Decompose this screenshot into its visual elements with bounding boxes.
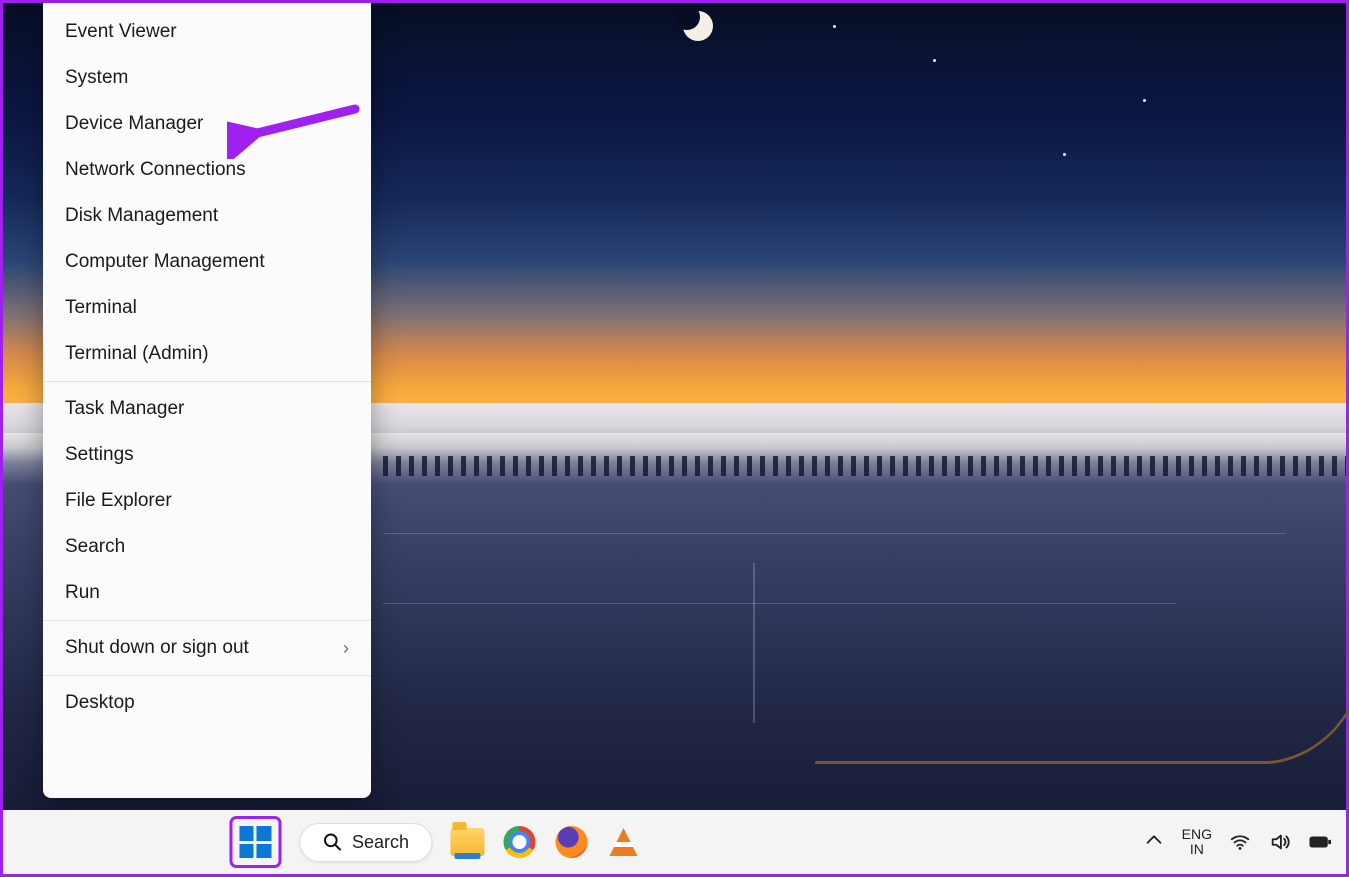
system-tray: ENG IN [1142, 827, 1332, 858]
menu-item-label: File Explorer [65, 490, 172, 512]
star-icon [1063, 153, 1066, 156]
star-icon [833, 25, 836, 28]
menu-separator [43, 381, 371, 382]
menu-item-label: Search [65, 536, 125, 558]
vlc-taskbar-icon[interactable] [606, 825, 640, 859]
menu-item-system[interactable]: System [43, 55, 371, 101]
firefox-icon [555, 826, 587, 858]
menu-item-event-viewer[interactable]: Event Viewer [43, 9, 371, 55]
field-line [753, 563, 755, 723]
menu-item-task-manager[interactable]: Task Manager [43, 386, 371, 432]
menu-item-terminal-admin[interactable]: Terminal (Admin) [43, 331, 371, 377]
chrome-taskbar-icon[interactable] [502, 825, 536, 859]
menu-item-label: System [65, 67, 128, 89]
chevron-up-icon [1142, 829, 1166, 851]
menu-item-label: Task Manager [65, 398, 184, 420]
tray-overflow-button[interactable] [1142, 829, 1166, 856]
wifi-icon[interactable] [1228, 831, 1252, 853]
menu-item-device-manager[interactable]: Device Manager [43, 101, 371, 147]
menu-separator [43, 675, 371, 676]
taskbar: Search ENG IN [3, 810, 1346, 874]
road-curve [815, 694, 1349, 764]
battery-icon[interactable] [1308, 831, 1332, 853]
field-line [383, 603, 1176, 604]
menu-item-search[interactable]: Search [43, 524, 371, 570]
language-indicator[interactable]: ENG IN [1182, 827, 1212, 858]
tree-line [383, 456, 1346, 476]
menu-item-disk-management[interactable]: Disk Management [43, 193, 371, 239]
menu-item-label: Terminal (Admin) [65, 343, 209, 365]
language-code: ENG [1182, 827, 1212, 842]
taskbar-search[interactable]: Search [299, 823, 432, 862]
language-region: IN [1182, 842, 1212, 857]
chevron-right-icon: › [343, 638, 349, 659]
speaker-icon[interactable] [1268, 831, 1292, 853]
vlc-icon [609, 828, 637, 856]
menu-separator [43, 620, 371, 621]
menu-item-label: Terminal [65, 297, 137, 319]
moon-icon [683, 11, 713, 41]
taskbar-center: Search [229, 816, 640, 868]
menu-item-run[interactable]: Run [43, 570, 371, 616]
firefox-taskbar-icon[interactable] [554, 825, 588, 859]
winx-context-menu: Event Viewer System Device Manager Network … [43, 3, 371, 798]
menu-item-settings[interactable]: Settings [43, 432, 371, 478]
menu-item-shut-down-or-sign-out[interactable]: Shut down or sign out › [43, 625, 371, 671]
menu-item-label: Network Connections [65, 159, 246, 181]
menu-item-label: Desktop [65, 692, 135, 714]
search-icon [322, 832, 342, 852]
menu-item-label: Settings [65, 444, 134, 466]
menu-item-label: Computer Management [65, 251, 265, 273]
search-label: Search [352, 832, 409, 853]
screenshot-frame: Event Viewer System Device Manager Network … [0, 0, 1349, 877]
chrome-icon [503, 826, 535, 858]
star-icon [1143, 99, 1146, 102]
menu-item-network-connections[interactable]: Network Connections [43, 147, 371, 193]
menu-item-label: Shut down or sign out [65, 637, 249, 659]
menu-item-terminal[interactable]: Terminal [43, 285, 371, 331]
start-button[interactable] [229, 816, 281, 868]
menu-item-desktop[interactable]: Desktop [43, 680, 371, 726]
menu-item-label: Event Viewer [65, 21, 177, 43]
menu-item-label: Device Manager [65, 113, 203, 135]
file-explorer-taskbar-icon[interactable] [450, 825, 484, 859]
folder-icon [450, 828, 484, 856]
field-line [383, 533, 1286, 534]
menu-item-computer-management[interactable]: Computer Management [43, 239, 371, 285]
star-icon [933, 59, 936, 62]
menu-item-label: Run [65, 582, 100, 604]
windows-logo-icon [239, 826, 271, 858]
menu-item-label: Disk Management [65, 205, 218, 227]
menu-item-file-explorer[interactable]: File Explorer [43, 478, 371, 524]
